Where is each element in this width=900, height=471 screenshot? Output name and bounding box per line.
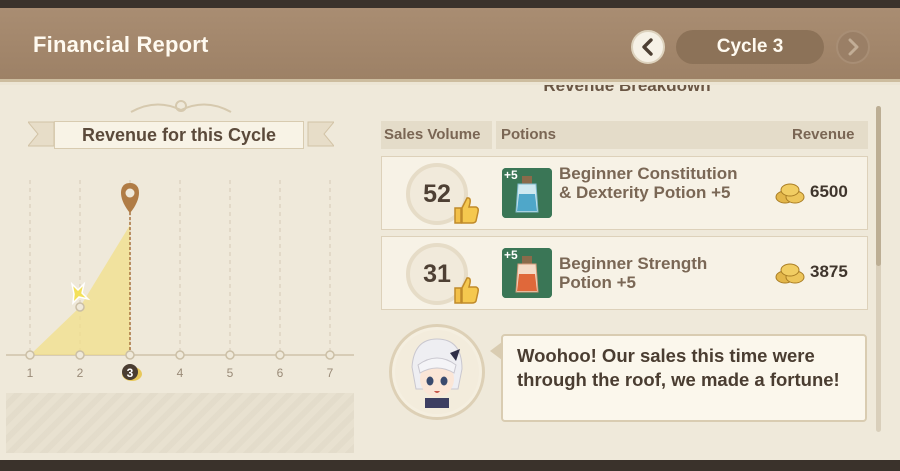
ornament-icon (130, 100, 232, 113)
tick-point (25, 350, 35, 360)
scrollbar-thumb[interactable] (876, 106, 881, 266)
potion-level: +5 (504, 248, 518, 262)
coin-icon (775, 263, 805, 284)
chart-footer-pattern (6, 393, 354, 453)
tick-label: 6 (277, 366, 284, 380)
tick-label: 5 (227, 366, 234, 380)
potion-name: Beginner Strength Potion +5 (559, 254, 708, 292)
avatar (389, 324, 485, 420)
cycle-selector: Cycle 3 (676, 30, 824, 64)
potion-level: +5 (504, 168, 518, 182)
column-revenue: Revenue (792, 126, 855, 143)
tick-label: 7 (327, 366, 334, 380)
previous-cycle-button[interactable] (631, 30, 665, 64)
chart-title: Revenue for this Cycle (54, 121, 304, 149)
table-row: 31 +5 Beginner Strength Potion +5 3875 (381, 236, 868, 310)
potion-icon: +5 (502, 168, 552, 218)
tick-point (225, 350, 235, 360)
tick-point (175, 350, 185, 360)
top-edge (0, 0, 900, 8)
tick-label: 1 (27, 366, 34, 380)
page-title: Financial Report (33, 32, 209, 57)
breakdown-title: Revenue Breakdown (527, 85, 727, 103)
tick-point (75, 350, 85, 360)
revenue-value: 6500 (810, 182, 848, 201)
data-point (75, 302, 85, 312)
chevron-right-icon (848, 38, 859, 56)
potion-name: Beginner Constitution & Dexterity Potion… (559, 164, 738, 202)
breakdown-title-text: Revenue Breakdown (543, 85, 711, 95)
tick-point (325, 350, 335, 360)
thumbs-up-icon (454, 277, 479, 304)
coin-icon (775, 183, 805, 204)
chevron-left-icon (642, 38, 653, 56)
table-row: 52 +5 Beginner Constitution & Dexterity … (381, 156, 868, 230)
column-sales-volume: Sales Volume (384, 126, 481, 143)
next-cycle-button[interactable] (836, 30, 870, 64)
character-portrait-icon (395, 330, 479, 414)
location-pin-icon (121, 183, 139, 213)
thumbs-up-icon (454, 197, 479, 224)
column-potions: Potions (501, 126, 556, 143)
potion-icon: +5 (502, 248, 552, 298)
dialogue-bubble: Woohoo! Our sales this time were through… (501, 334, 867, 422)
tick-point (125, 350, 135, 360)
tick-point (275, 350, 285, 360)
tick-label: 3 (127, 366, 134, 380)
location-pin-dot (125, 188, 135, 198)
revenue-value: 3875 (810, 262, 848, 281)
header-bar: Financial Report Cycle 3 (0, 8, 900, 82)
bottom-edge (0, 460, 900, 471)
revenue-chart: 1 2 3 4 5 6 7 (6, 180, 354, 381)
tick-label: 2 (77, 366, 84, 380)
dialogue-text: Woohoo! Our sales this time were through… (517, 345, 840, 390)
tick-label: 4 (177, 366, 184, 380)
